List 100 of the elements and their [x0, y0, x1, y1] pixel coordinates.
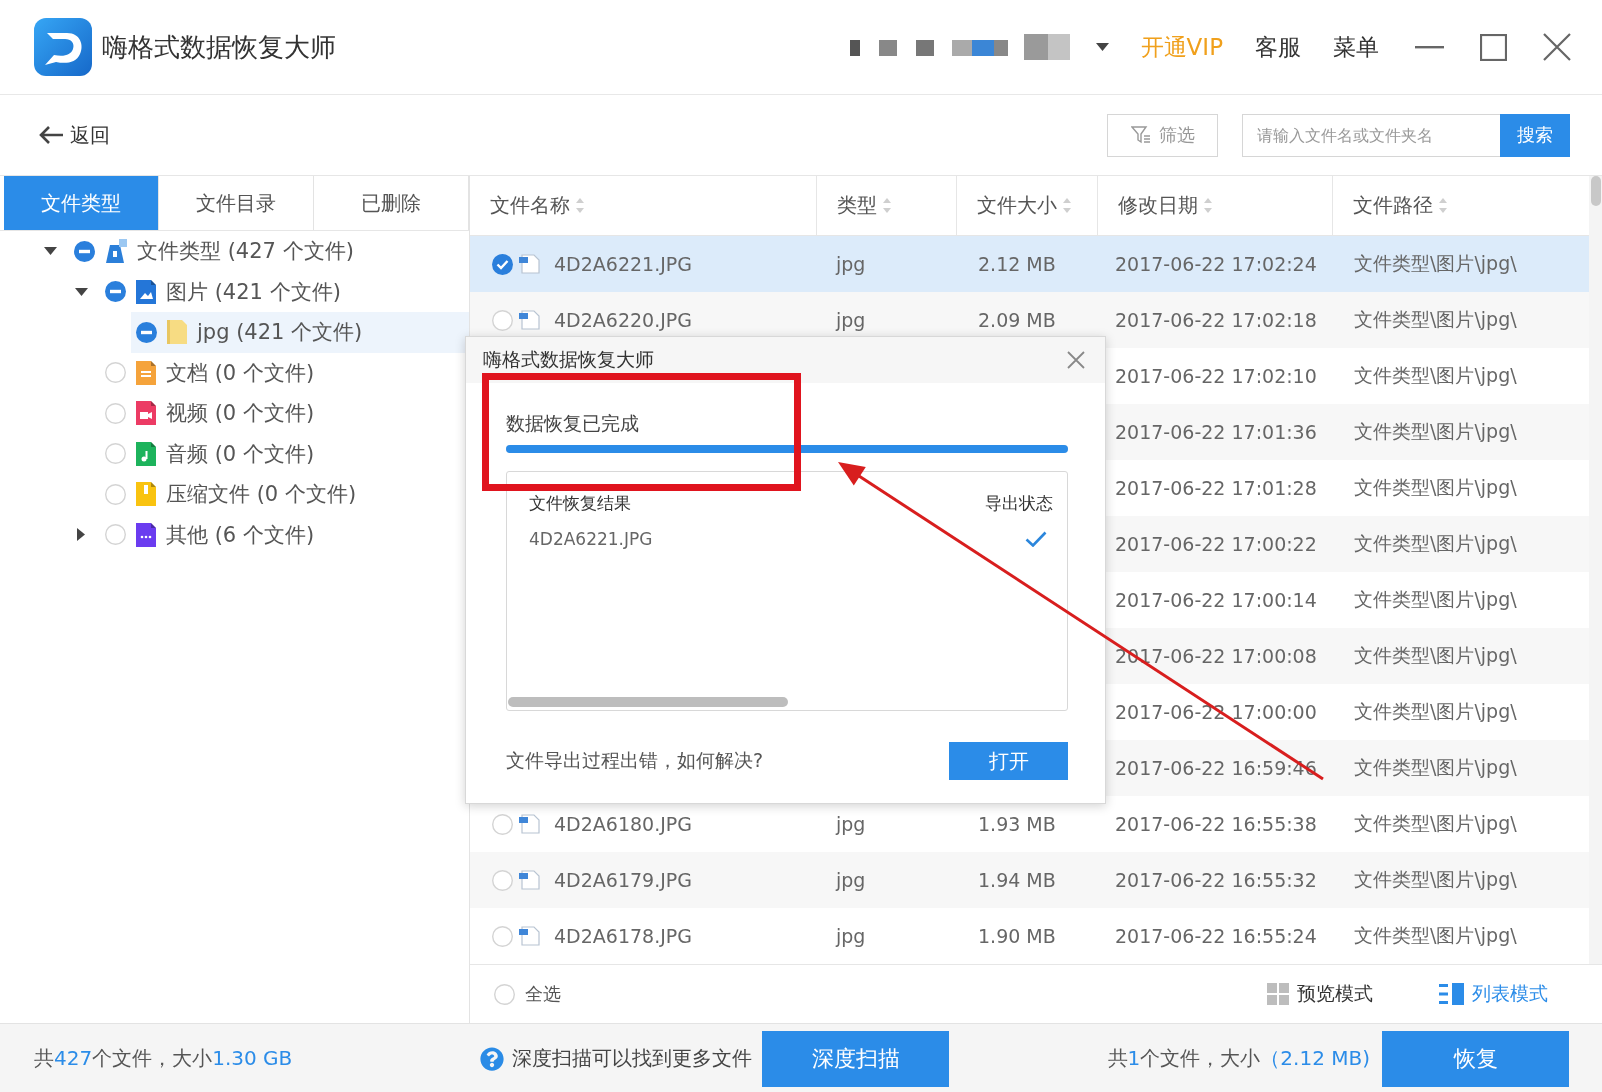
table-cell: 1.90 MB	[978, 925, 1056, 947]
list-header-text: 文件恢复结果	[529, 492, 631, 514]
file-name-text: 4D2A6221.JPG	[529, 528, 653, 550]
table-cell: 2017-06-22 16:55:38	[1115, 813, 1317, 835]
file-icon	[519, 870, 540, 890]
close-icon[interactable]	[1543, 33, 1571, 61]
file-icon	[519, 254, 540, 274]
tree-item[interactable]: jpg (421 个文件)	[131, 312, 469, 353]
table-cell: jpg	[836, 869, 866, 891]
sort-icon	[1439, 198, 1447, 213]
table-cell: 2017-06-22 17:00:22	[1115, 533, 1317, 555]
table-cell-text: 文件类型\图片\jpg\	[1354, 699, 1517, 724]
table-cell-text: 文件类型\图片\jpg\	[1354, 419, 1517, 444]
menu-link[interactable]: 菜单	[1333, 31, 1379, 63]
help-link[interactable]: 文件导出过程出错，如何解决?	[506, 748, 764, 774]
app-title: 嗨格式数据恢复大师	[102, 30, 336, 64]
table-cell: 4D2A6180.JPG	[554, 813, 692, 835]
table-cell: 4D2A6221.JPG	[554, 253, 692, 275]
help-icon	[480, 1046, 504, 1071]
maximize-icon[interactable]	[1480, 33, 1507, 61]
view-mode-tab[interactable]: 预览模式	[1267, 981, 1373, 1007]
table-cell: jpg	[836, 309, 866, 331]
table-row[interactable]: 4D2A6221.JPG jpg 2.12 MB 2017-06-22 17:02:24 文件类型\图片\jpg\	[470, 236, 1589, 292]
minimize-icon[interactable]	[1415, 45, 1444, 49]
table-cell-text: 文件类型\图片\jpg\	[1354, 475, 1517, 500]
column-header[interactable]: 文件大小	[957, 176, 1098, 235]
column-header[interactable]: 文件名称	[470, 176, 817, 235]
search-field[interactable]: 请输入文件名或文件夹名	[1242, 113, 1500, 157]
caret-down-icon[interactable]	[1095, 43, 1109, 51]
row-checkbox[interactable]	[492, 813, 513, 835]
tree-checkbox[interactable]	[105, 443, 126, 465]
table-cell-text: 文件类型\图片\jpg\	[1354, 587, 1517, 612]
table-cell: 2017-06-22 17:01:36	[1115, 421, 1317, 443]
table-cell-text: 文件类型\图片\jpg\	[1354, 811, 1517, 836]
selection-summary-text: 共1个文件，大小（2.12 MB)	[1107, 1045, 1370, 1072]
table-cell: jpg	[836, 253, 866, 275]
file-icon	[519, 310, 540, 330]
table-cell-text: 文件类型\图片\jpg\	[1354, 531, 1517, 556]
tree-item[interactable]: 压缩文件 (0 个文件)	[100, 474, 367, 515]
tree-checkbox[interactable]	[136, 321, 157, 343]
table-cell: 2017-06-22 17:02:10	[1115, 365, 1317, 387]
table-cell: 1.93 MB	[978, 813, 1056, 835]
scrollbar-thumb[interactable]	[1590, 176, 1601, 206]
tree-item[interactable]: 视频 (0 个文件)	[100, 393, 325, 434]
tree-item[interactable]: 音频 (0 个文件)	[100, 433, 325, 474]
sort-icon	[576, 198, 584, 213]
sort-icon	[883, 198, 891, 213]
list-header-text: 导出状态	[985, 492, 1053, 514]
file-icon	[519, 926, 540, 946]
menu-link[interactable]: 客服	[1255, 31, 1301, 63]
column-header[interactable]: 修改日期	[1098, 176, 1333, 235]
row-checkbox[interactable]	[492, 925, 513, 947]
select-all-checkbox[interactable]: 全选	[494, 982, 561, 1006]
table-cell-text: 文件类型\图片\jpg\	[1354, 251, 1517, 276]
tree-item[interactable]: 文档 (0 个文件)	[100, 352, 325, 393]
filter-icon	[1130, 126, 1151, 144]
tree-checkbox[interactable]	[105, 362, 126, 384]
tree-item[interactable]: 文件类型 (427 个文件)	[69, 231, 364, 272]
table-cell: 2.12 MB	[978, 253, 1056, 275]
tree-checkbox[interactable]	[74, 240, 95, 262]
tree-checkbox[interactable]	[105, 281, 126, 303]
tree-checkbox[interactable]	[105, 483, 126, 505]
file-icon	[519, 814, 540, 834]
table-cell: 1.94 MB	[978, 869, 1056, 891]
caret-down-icon[interactable]	[43, 247, 57, 256]
back-button[interactable]: 返回	[38, 121, 110, 149]
view-mode-tab[interactable]: 列表模式	[1439, 981, 1548, 1007]
hint-text: 深度扫描可以找到更多文件	[512, 1045, 752, 1072]
scrollbar[interactable]	[508, 697, 788, 707]
tree-checkbox[interactable]	[105, 524, 126, 546]
table-row[interactable]: 4D2A6179.JPG jpg 1.94 MB 2017-06-22 16:55:32 文件类型\图片\jpg\	[470, 852, 1589, 908]
table-cell: 2.09 MB	[978, 309, 1056, 331]
caret-right-icon[interactable]	[77, 528, 85, 542]
row-checkbox[interactable]	[492, 309, 513, 331]
column-header[interactable]: 文件路径	[1333, 176, 1589, 235]
close-icon[interactable]	[1067, 351, 1085, 369]
tree-item[interactable]: 图片 (421 个文件)	[100, 271, 351, 312]
arrow-left-icon	[38, 125, 64, 145]
table-cell: 4D2A6220.JPG	[554, 309, 692, 331]
caret-down-icon[interactable]	[74, 287, 88, 296]
table-cell-text: 文件类型\图片\jpg\	[1354, 755, 1517, 780]
sort-icon	[1204, 198, 1212, 213]
table-cell: 2017-06-22 17:00:14	[1115, 589, 1317, 611]
table-cell-text: 文件类型\图片\jpg\	[1354, 643, 1517, 668]
table-cell: 4D2A6178.JPG	[554, 925, 692, 947]
row-checkbox[interactable]	[492, 253, 513, 275]
sort-icon	[1063, 198, 1071, 213]
app-logo-icon	[34, 18, 92, 76]
tree-checkbox[interactable]	[105, 402, 126, 424]
table-cell: 4D2A6179.JPG	[554, 869, 692, 891]
table-cell-text: 文件类型\图片\jpg\	[1354, 867, 1517, 892]
table-cell: jpg	[836, 925, 866, 947]
status-text: 数据恢复已完成	[506, 411, 639, 435]
column-header[interactable]: 类型	[817, 176, 957, 235]
file-count-text: 共427个文件，大小1.30 GB	[34, 1046, 293, 1070]
row-checkbox[interactable]	[492, 869, 513, 891]
table-cell-text: 文件类型\图片\jpg\	[1354, 923, 1517, 948]
table-cell-text: 文件类型\图片\jpg\	[1354, 307, 1517, 332]
dialog-title: 嗨格式数据恢复大师	[483, 347, 654, 372]
tree-item[interactable]: 其他 (6 个文件)	[100, 514, 325, 555]
